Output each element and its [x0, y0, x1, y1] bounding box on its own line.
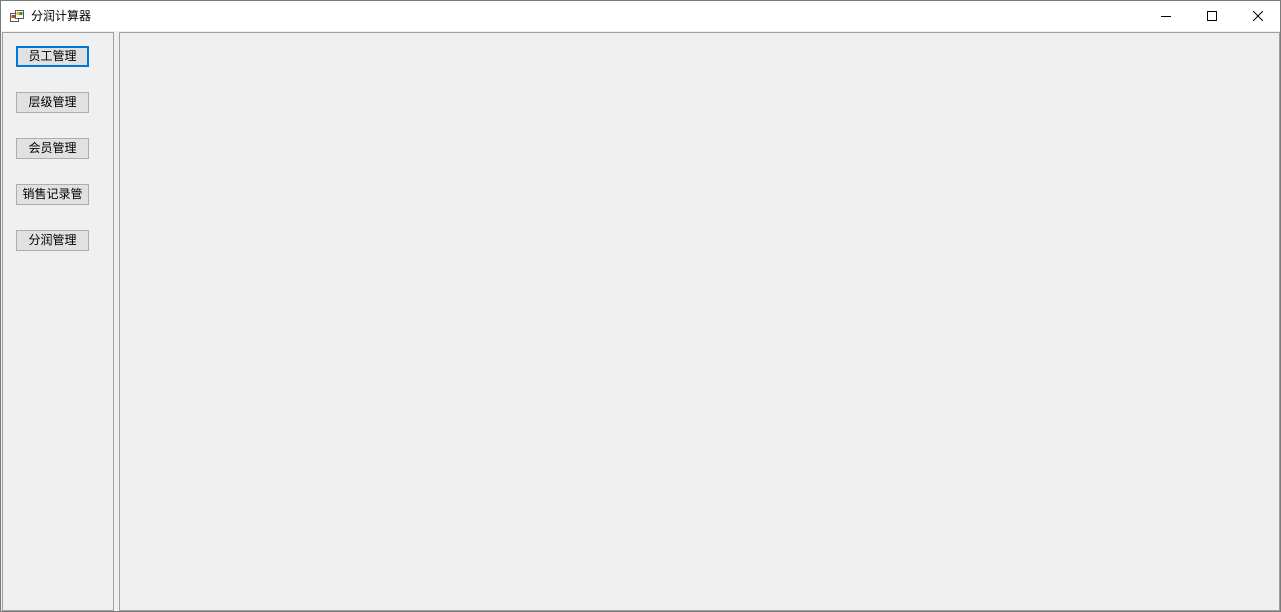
close-button[interactable]: [1235, 1, 1281, 31]
member-management-button[interactable]: 会员管理: [16, 138, 89, 159]
profit-share-management-button[interactable]: 分润管理: [16, 230, 89, 251]
maximize-icon: [1207, 11, 1217, 21]
close-icon: [1253, 11, 1263, 21]
app-window-icon[interactable]: [10, 9, 24, 23]
main-window: 分润计算器 员工管理 层级管理 会员管理 销售记录管 分润管理: [0, 0, 1281, 612]
window-title: 分润计算器: [31, 9, 92, 23]
navigation-panel: 员工管理 层级管理 会员管理 销售记录管 分润管理: [2, 32, 114, 611]
sales-record-management-button[interactable]: 销售记录管: [16, 184, 89, 205]
maximize-button[interactable]: [1189, 1, 1235, 31]
level-management-button[interactable]: 层级管理: [16, 92, 89, 113]
minimize-icon: [1161, 11, 1171, 21]
title-bar[interactable]: 分润计算器: [1, 1, 1280, 31]
employee-management-button[interactable]: 员工管理: [16, 46, 89, 67]
minimize-button[interactable]: [1143, 1, 1189, 31]
content-panel: [119, 32, 1280, 611]
